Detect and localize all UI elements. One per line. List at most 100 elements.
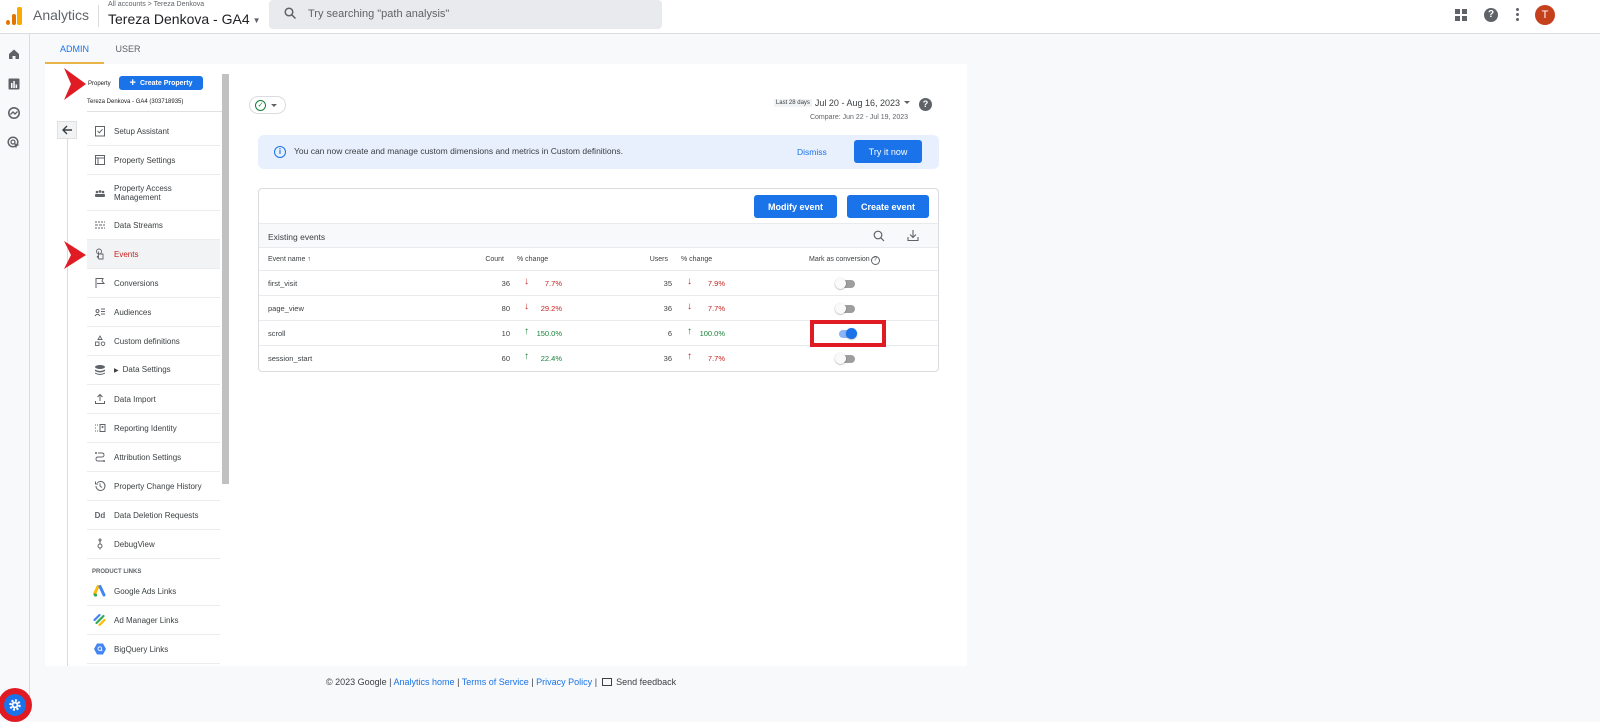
- table-row: page_view 80 ↓ 29.2% 36 ↓ 7.7%: [259, 296, 938, 321]
- checklist-icon: [95, 126, 105, 137]
- ad-manager-icon: [93, 614, 106, 626]
- sidebar-item-property-access-management[interactable]: Property Access Management: [87, 175, 220, 211]
- sidebar-item-audiences[interactable]: Audiences: [87, 298, 220, 327]
- column-count[interactable]: Count: [485, 256, 504, 263]
- advertising-icon[interactable]: [7, 136, 21, 150]
- event-name[interactable]: first_visit: [268, 279, 297, 288]
- search-input[interactable]: Try searching "path analysis": [269, 0, 662, 29]
- event-name[interactable]: scroll: [268, 329, 286, 338]
- sidebar-item-events[interactable]: Events: [87, 240, 220, 269]
- users-change: 100.0%: [699, 329, 725, 338]
- data-status-chip[interactable]: ✓: [249, 96, 286, 114]
- column-mark-as-conversion: Mark as conversion?: [809, 256, 880, 265]
- conversion-toggle[interactable]: [835, 353, 857, 364]
- sidebar-item-label: Property Access Management: [114, 183, 172, 202]
- sidebar-item-reporting-identity[interactable]: Reporting Identity: [87, 414, 220, 443]
- sidebar-item-data-settings[interactable]: ▶ Data Settings: [87, 356, 220, 385]
- sidebar-item-google-ads-links[interactable]: Google Ads Links: [87, 577, 220, 606]
- try-it-now-button[interactable]: Try it now: [854, 140, 922, 163]
- column-event-name[interactable]: Event name ↑: [268, 256, 311, 263]
- event-count: 60: [501, 354, 510, 363]
- sidebar-item-conversions[interactable]: Conversions: [87, 269, 220, 298]
- help-icon[interactable]: ?: [919, 98, 932, 111]
- event-name[interactable]: session_start: [268, 354, 312, 363]
- back-button[interactable]: [57, 121, 77, 139]
- sidebar-item-label: Data Streams: [114, 220, 163, 230]
- apps-icon[interactable]: [1455, 9, 1467, 21]
- conversion-toggle[interactable]: [835, 303, 857, 314]
- sidebar-item-ad-manager-links[interactable]: Ad Manager Links: [87, 606, 220, 635]
- sidebar-item-property-settings[interactable]: Property Settings: [87, 146, 220, 175]
- sidebar-item-label: Google Ads Links: [114, 586, 177, 596]
- top-bar: Analytics All accounts > Tereza Denkova …: [0, 0, 1600, 34]
- privacy-policy-link[interactable]: Privacy Policy: [536, 677, 592, 687]
- table-row: scroll 10 ↑ 150.0% 6 ↑ 100.0%: [259, 320, 938, 347]
- sidebar-item-custom-definitions[interactable]: Custom definitions: [87, 327, 220, 356]
- history-icon: [95, 480, 106, 491]
- column-users-change[interactable]: % change: [681, 256, 712, 263]
- sidebar-item-label: Custom definitions: [114, 336, 180, 346]
- analytics-home-link[interactable]: Analytics home: [394, 677, 455, 687]
- existing-events-title: Existing events: [268, 232, 326, 242]
- caret-down-icon: [904, 101, 910, 105]
- avatar[interactable]: T: [1535, 5, 1555, 25]
- count-change: 150.0%: [536, 329, 562, 338]
- annotation-arrow-events: [64, 241, 86, 269]
- arrow-back-icon: [61, 125, 72, 135]
- sidebar-item-label: ▶ Data Settings: [114, 365, 171, 376]
- sidebar-item-property-change-history[interactable]: Property Change History: [87, 472, 220, 501]
- analytics-logo-icon[interactable]: [6, 7, 22, 25]
- sidebar-item-label: Audiences: [114, 307, 152, 317]
- create-property-button[interactable]: + Create Property: [119, 76, 203, 90]
- modify-event-button[interactable]: Modify event: [754, 195, 837, 218]
- help-circle-icon[interactable]: ?: [870, 256, 880, 265]
- search-icon[interactable]: [873, 230, 885, 242]
- sidebar-item-bigquery-links[interactable]: BigQuery Links: [87, 635, 220, 664]
- create-event-button[interactable]: Create event: [847, 195, 929, 218]
- send-feedback-link[interactable]: Send feedback: [600, 677, 676, 687]
- sort-ascending-icon: ↑: [307, 256, 311, 263]
- users-change: 7.7%: [707, 304, 725, 313]
- attribution-icon: [95, 452, 105, 462]
- event-users: 6: [667, 329, 672, 338]
- explore-icon[interactable]: [7, 106, 21, 120]
- help-icon[interactable]: ?: [1484, 8, 1498, 22]
- tab-admin[interactable]: ADMIN: [45, 38, 104, 64]
- database-icon: [95, 365, 105, 375]
- sidebar-item-debugview[interactable]: DebugView: [87, 530, 220, 559]
- account-selector[interactable]: Tereza Denkova - GA4 ▼: [108, 11, 261, 27]
- column-count-change[interactable]: % change: [517, 256, 548, 263]
- sidebar-item-data-streams[interactable]: Data Streams: [87, 211, 220, 240]
- sidebar-item-label: Data Deletion Requests: [114, 510, 199, 520]
- users-change: 7.9%: [707, 279, 725, 288]
- admin-gear-button[interactable]: [0, 688, 32, 722]
- tab-user[interactable]: USER: [107, 38, 149, 64]
- conversion-toggle[interactable]: [835, 328, 857, 339]
- column-users[interactable]: Users: [650, 256, 668, 263]
- breadcrumb[interactable]: All accounts > Tereza Denkova: [108, 1, 204, 8]
- home-icon[interactable]: [7, 47, 21, 61]
- separator: |: [531, 677, 534, 687]
- sidebar-scrollbar[interactable]: [222, 74, 229, 484]
- separator: |: [457, 677, 460, 687]
- sidebar-item-setup-assistant[interactable]: Setup Assistant: [87, 117, 220, 146]
- date-range-picker[interactable]: Last 28 days Jul 20 - Aug 16, 2023 Compar…: [760, 94, 910, 121]
- settings-panel-icon: [95, 155, 105, 165]
- download-icon[interactable]: [907, 229, 919, 242]
- sidebar-item-label: BigQuery Links: [114, 644, 169, 654]
- event-users: 36: [663, 354, 672, 363]
- upload-icon: [95, 393, 105, 404]
- property-name[interactable]: Tereza Denkova - GA4 (303718935): [87, 99, 222, 112]
- conversion-toggle[interactable]: [835, 278, 857, 289]
- event-count: 36: [501, 279, 510, 288]
- reports-icon[interactable]: [7, 77, 21, 91]
- sidebar-item-data-import[interactable]: Data Import: [87, 385, 220, 414]
- sidebar-item-attribution-settings[interactable]: Attribution Settings: [87, 443, 220, 472]
- sidebar-item-data-deletion-requests[interactable]: Dd Data Deletion Requests: [87, 501, 220, 530]
- table-row: session_start 60 ↑ 22.4% 36 ↑ 7.7%: [259, 346, 938, 371]
- terms-of-service-link[interactable]: Terms of Service: [462, 677, 529, 687]
- dismiss-button[interactable]: Dismiss: [797, 147, 827, 157]
- event-name[interactable]: page_view: [268, 304, 304, 313]
- info-icon: i: [274, 146, 286, 158]
- more-vert-icon[interactable]: [1516, 8, 1520, 22]
